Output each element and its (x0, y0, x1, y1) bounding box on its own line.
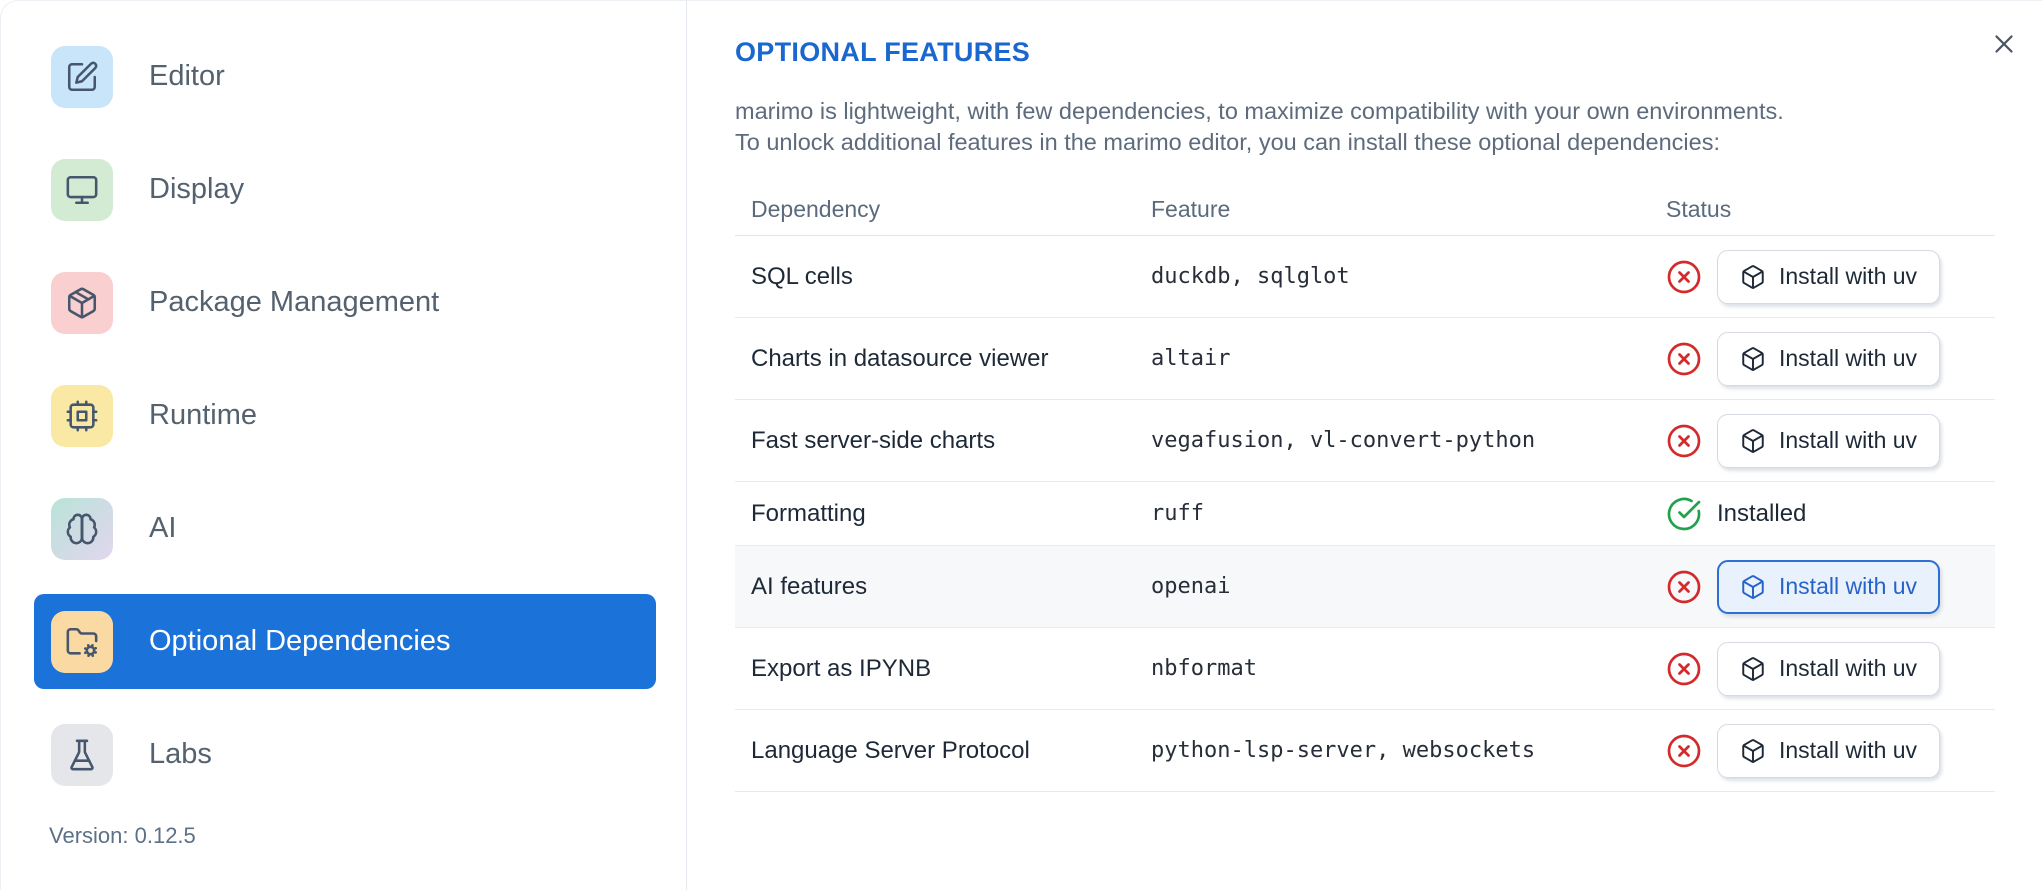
sidebar-item-ai[interactable]: AI (34, 481, 656, 576)
sidebar-item-label: Optional Dependencies (149, 625, 451, 657)
circle-x-icon (1666, 569, 1702, 605)
sidebar-item-label: Labs (149, 738, 212, 770)
status-cell: Install with uv (1650, 331, 1995, 386)
description-line: marimo is lightweight, with few dependen… (735, 98, 1784, 124)
sidebar-item-labs[interactable]: Labs (34, 707, 656, 802)
dependency-cell: Fast server-side charts (751, 426, 996, 454)
close-button[interactable] (1984, 25, 2024, 65)
folder-cog-icon (51, 610, 113, 673)
dependency-cell: SQL cells (751, 262, 853, 290)
column-header-dependency: Dependency (751, 196, 881, 222)
sidebar-item-editor[interactable]: Editor (34, 29, 656, 124)
sidebar-nav: Editor Display Package Management Runtim… (1, 29, 686, 802)
square-pen-icon (51, 45, 113, 108)
brain-icon (51, 497, 113, 560)
dependency-cell: Language Server Protocol (751, 736, 1030, 764)
column-header-status: Status (1666, 196, 1732, 222)
sidebar-item-label: Package Management (149, 286, 440, 318)
sidebar-item-optional-dependencies[interactable]: Optional Dependencies (34, 594, 656, 689)
package-icon (1740, 428, 1766, 454)
table-row: Language Server Protocol python-lsp-serv… (735, 710, 1995, 792)
table-row: Charts in datasource viewer altair Insta… (735, 318, 1995, 400)
flask-icon (51, 723, 113, 786)
install-button-label: Install with uv (1779, 573, 1918, 599)
install-button-label: Install with uv (1779, 655, 1918, 681)
status-cell: Install with uv (1650, 559, 1995, 614)
circle-x-icon (1666, 341, 1702, 377)
circle-x-icon (1666, 733, 1702, 769)
version-label: Version: 0.12.5 (49, 823, 196, 848)
feature-cell: vegafusion, vl-convert-python (1151, 428, 1536, 453)
package-icon (1740, 738, 1766, 764)
description: marimo is lightweight, with few dependen… (735, 96, 1995, 158)
sidebar-item-display[interactable]: Display (34, 142, 656, 237)
page-title: OPTIONAL FEATURES (735, 37, 1031, 67)
status-cell: Install with uv (1650, 413, 1995, 468)
package-icon (1740, 656, 1766, 682)
sidebar-item-label: Runtime (149, 399, 257, 431)
install-with-uv-button[interactable]: Install with uv (1717, 641, 1941, 696)
circle-x-icon (1666, 423, 1702, 459)
package-icon (1740, 346, 1766, 372)
settings-sidebar: Editor Display Package Management Runtim… (1, 1, 687, 890)
sidebar-item-label: Editor (149, 60, 225, 92)
circle-x-icon (1666, 651, 1702, 687)
settings-dialog: Editor Display Package Management Runtim… (0, 0, 2042, 890)
install-with-uv-button[interactable]: Install with uv (1717, 249, 1941, 304)
status-cell: Install with uv (1650, 723, 1995, 778)
install-with-uv-button[interactable]: Install with uv (1717, 413, 1941, 468)
status-cell: Install with uv (1650, 249, 1995, 304)
package-icon (1740, 574, 1766, 600)
feature-cell: python-lsp-server, websockets (1151, 738, 1536, 763)
dependency-cell: Formatting (751, 499, 866, 527)
install-button-label: Install with uv (1779, 263, 1918, 289)
table-row: SQL cells duckdb, sqlglot Install with u… (735, 236, 1995, 318)
feature-cell: openai (1151, 574, 1231, 599)
dependency-cell: Export as IPYNB (751, 654, 932, 682)
install-button-label: Install with uv (1779, 345, 1918, 371)
table-row: Fast server-side charts vegafusion, vl-c… (735, 400, 1995, 482)
feature-cell: nbformat (1151, 656, 1257, 681)
install-with-uv-button[interactable]: Install with uv (1717, 559, 1941, 614)
table-row: Formatting ruff Installed (735, 482, 1995, 546)
sidebar-item-runtime[interactable]: Runtime (34, 368, 656, 463)
package-icon (51, 271, 113, 334)
dependencies-table: Dependency Feature Status SQL cells duck… (735, 184, 1995, 792)
optional-features-panel: OPTIONAL FEATURES marimo is lightweight,… (687, 1, 2042, 890)
monitor-icon (51, 158, 113, 221)
status-cell: Installed (1650, 496, 1995, 532)
feature-cell: altair (1151, 346, 1231, 371)
table-header-row: Dependency Feature Status (735, 184, 1995, 236)
circle-check-icon (1666, 496, 1702, 532)
install-with-uv-button[interactable]: Install with uv (1717, 723, 1941, 778)
circle-x-icon (1666, 259, 1702, 295)
installed-label: Installed (1717, 499, 1807, 527)
cpu-icon (51, 384, 113, 447)
table-row: AI features openai Install with uv (735, 546, 1995, 628)
dependency-cell: Charts in datasource viewer (751, 344, 1049, 372)
feature-cell: duckdb, sqlglot (1151, 264, 1350, 289)
table-row: Export as IPYNB nbformat Install with uv (735, 628, 1995, 710)
status-cell: Install with uv (1650, 641, 1995, 696)
close-icon (1989, 29, 2019, 62)
sidebar-item-label: Display (149, 173, 245, 205)
sidebar-item-label: AI (149, 512, 177, 544)
column-header-feature: Feature (1151, 196, 1231, 222)
sidebar-item-package-management[interactable]: Package Management (34, 255, 656, 350)
description-line: To unlock additional features in the mar… (735, 129, 1721, 155)
install-button-label: Install with uv (1779, 737, 1918, 763)
package-icon (1740, 264, 1766, 290)
install-button-label: Install with uv (1779, 427, 1918, 453)
install-with-uv-button[interactable]: Install with uv (1717, 331, 1941, 386)
feature-cell: ruff (1151, 501, 1204, 526)
dependency-cell: AI features (751, 572, 868, 600)
